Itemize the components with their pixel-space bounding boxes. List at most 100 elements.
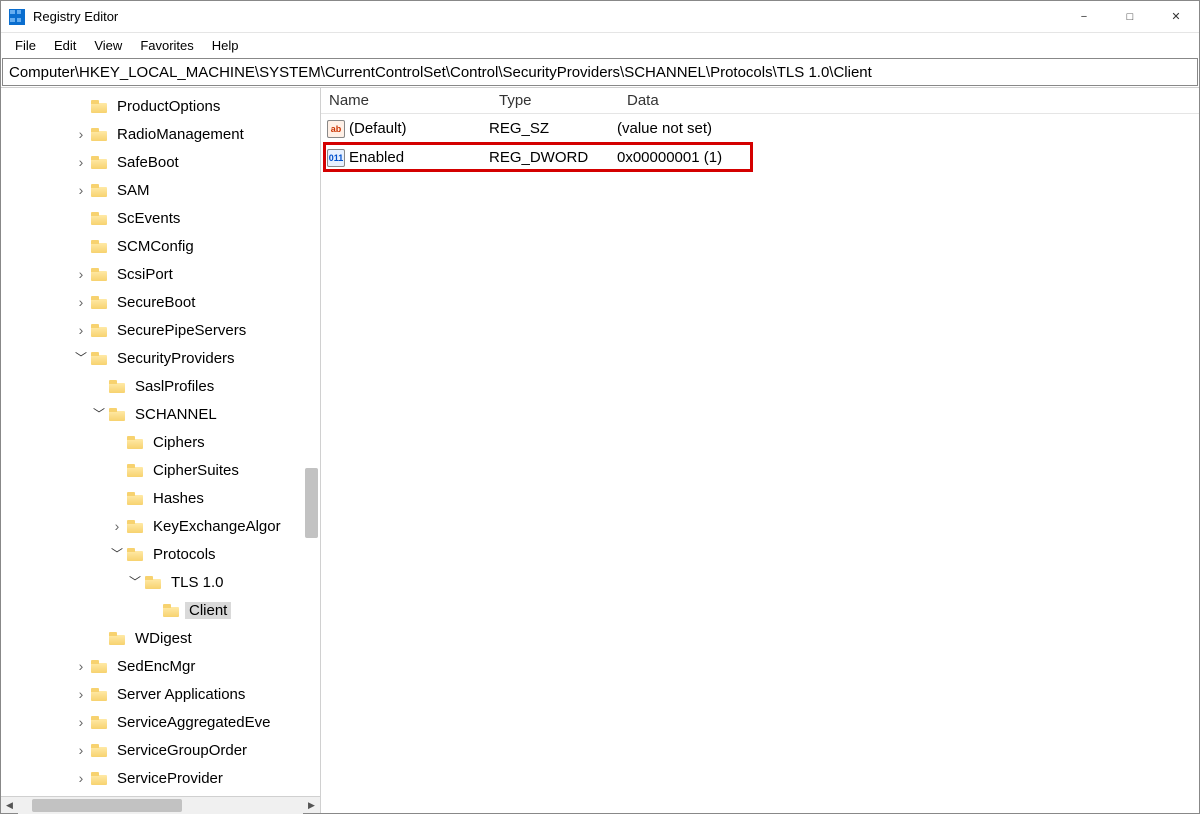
folder-icon [91, 212, 107, 225]
tree-item[interactable]: › Ciphers [1, 428, 320, 456]
tree-item[interactable]: ›SecurePipeServers [1, 316, 320, 344]
tree-item-label: Protocols [149, 546, 220, 563]
collapse-icon[interactable]: ﹀ [91, 408, 107, 420]
expand-icon[interactable]: › [73, 687, 89, 701]
tree-vscroll-thumb[interactable] [305, 468, 318, 538]
folder-icon [91, 772, 107, 785]
tree-scroll[interactable]: ›ProductOptions›RadioManagement›SafeBoot… [1, 88, 320, 796]
hscroll-thumb[interactable] [32, 799, 182, 812]
folder-icon [109, 632, 125, 645]
tree-item[interactable]: ›Client [1, 596, 320, 624]
menu-view[interactable]: View [86, 36, 130, 55]
expand-icon[interactable]: › [73, 323, 89, 337]
folder-icon [91, 352, 107, 365]
tree-item[interactable]: ›CipherSuites [1, 456, 320, 484]
collapse-icon[interactable]: ﹀ [127, 576, 143, 588]
folder-icon [127, 548, 143, 561]
tree-item-label: Hashes [149, 490, 208, 507]
tree-item[interactable]: ﹀ TLS 1.0 [1, 568, 320, 596]
tree-item[interactable]: ›ProductOptions [1, 92, 320, 120]
collapse-icon[interactable]: ﹀ [109, 548, 125, 560]
tree-item-label: TLS 1.0 [167, 574, 228, 591]
tree-item-label: Ciphers [149, 434, 209, 451]
folder-icon [91, 744, 107, 757]
expand-icon[interactable]: › [73, 155, 89, 169]
maximize-button[interactable]: □ [1107, 1, 1153, 33]
menu-edit[interactable]: Edit [46, 36, 84, 55]
expand-icon[interactable]: › [73, 771, 89, 785]
tree-item[interactable]: ›SCMConfig [1, 232, 320, 260]
tree-item[interactable]: ›RadioManagement [1, 120, 320, 148]
values-header: Name Type Data [321, 88, 1199, 114]
menu-help[interactable]: Help [204, 36, 247, 55]
folder-icon [91, 240, 107, 253]
tree-item-label: SecureBoot [113, 294, 199, 311]
main-split: ›ProductOptions›RadioManagement›SafeBoot… [1, 87, 1199, 813]
folder-icon [91, 100, 107, 113]
folder-icon [91, 324, 107, 337]
string-value-icon: ab [327, 120, 345, 138]
tree-item-label: SAM [113, 182, 154, 199]
expand-icon[interactable]: › [73, 715, 89, 729]
tree-item[interactable]: › ScsiPort [1, 260, 320, 288]
tree-item-label: ScEvents [113, 210, 184, 227]
tree-item[interactable]: ›ScEvents [1, 204, 320, 232]
hscroll-right-arrow[interactable]: ▶ [303, 797, 320, 814]
tree-item[interactable]: ›SaslProfiles [1, 372, 320, 400]
tree-item[interactable]: › ServiceProvider [1, 764, 320, 792]
tree-item[interactable]: ›SafeBoot [1, 148, 320, 176]
expand-icon[interactable]: › [73, 743, 89, 757]
tree-item[interactable]: › SAM [1, 176, 320, 204]
tree-item[interactable]: ›Hashes [1, 484, 320, 512]
tree-hscroll[interactable]: ◀ ▶ [1, 796, 320, 813]
folder-icon [145, 576, 161, 589]
collapse-icon[interactable]: ﹀ [73, 352, 89, 364]
titlebar: Registry Editor − □ ✕ [1, 1, 1199, 33]
tree-item[interactable]: ﹀ Protocols [1, 540, 320, 568]
expand-icon[interactable]: › [73, 183, 89, 197]
tree-pane: ›ProductOptions›RadioManagement›SafeBoot… [1, 88, 321, 813]
window-title: Registry Editor [33, 9, 118, 24]
value-type: REG_SZ [489, 120, 617, 137]
expand-icon[interactable]: › [73, 127, 89, 141]
tree-item-label: Server Applications [113, 686, 249, 703]
tree-item[interactable]: › Server Applications [1, 680, 320, 708]
close-button[interactable]: ✕ [1153, 1, 1199, 33]
hscroll-left-arrow[interactable]: ◀ [1, 797, 18, 814]
tree-item[interactable]: ›ServiceAggregatedEve [1, 708, 320, 736]
tree-item-label: CipherSuites [149, 462, 243, 479]
tree-item[interactable]: ›WDigest [1, 624, 320, 652]
values-body: ab(Default)REG_SZ(value not set)011Enabl… [321, 114, 1199, 813]
expand-icon[interactable]: › [73, 267, 89, 281]
tree-item[interactable]: ›ServiceGroupOrder [1, 736, 320, 764]
tree-item-label: WDigest [131, 630, 196, 647]
value-row[interactable]: ab(Default)REG_SZ(value not set) [321, 114, 1199, 143]
menubar: File Edit View Favorites Help [1, 33, 1199, 57]
tree-item-label: ServiceProvider [113, 770, 227, 787]
menu-favorites[interactable]: Favorites [132, 36, 201, 55]
col-header-type[interactable]: Type [491, 92, 619, 109]
expand-icon[interactable]: › [73, 295, 89, 309]
tree-item[interactable]: › SecureBoot [1, 288, 320, 316]
twisty-none: › [109, 437, 125, 448]
folder-icon [109, 408, 125, 421]
tree-item[interactable]: ﹀SecurityProviders [1, 344, 320, 372]
folder-icon [109, 380, 125, 393]
expand-icon[interactable]: › [109, 519, 125, 533]
folder-icon [91, 128, 107, 141]
address-text: Computer\HKEY_LOCAL_MACHINE\SYSTEM\Curre… [9, 64, 872, 81]
minimize-button[interactable]: − [1061, 1, 1107, 33]
tree-item-label: ScsiPort [113, 266, 177, 283]
dword-value-icon: 011 [327, 149, 345, 167]
tree-item[interactable]: ›KeyExchangeAlgor [1, 512, 320, 540]
tree-item[interactable]: ›SedEncMgr [1, 652, 320, 680]
value-row[interactable]: 011EnabledREG_DWORD0x00000001 (1) [321, 143, 1199, 172]
col-header-data[interactable]: Data [619, 92, 1199, 109]
col-header-name[interactable]: Name [321, 92, 491, 109]
address-bar[interactable]: Computer\HKEY_LOCAL_MACHINE\SYSTEM\Curre… [2, 58, 1198, 86]
twisty-none: › [73, 241, 89, 252]
tree-item[interactable]: ﹀SCHANNEL [1, 400, 320, 428]
menu-file[interactable]: File [7, 36, 44, 55]
expand-icon[interactable]: › [73, 659, 89, 673]
hscroll-track[interactable] [18, 797, 303, 814]
